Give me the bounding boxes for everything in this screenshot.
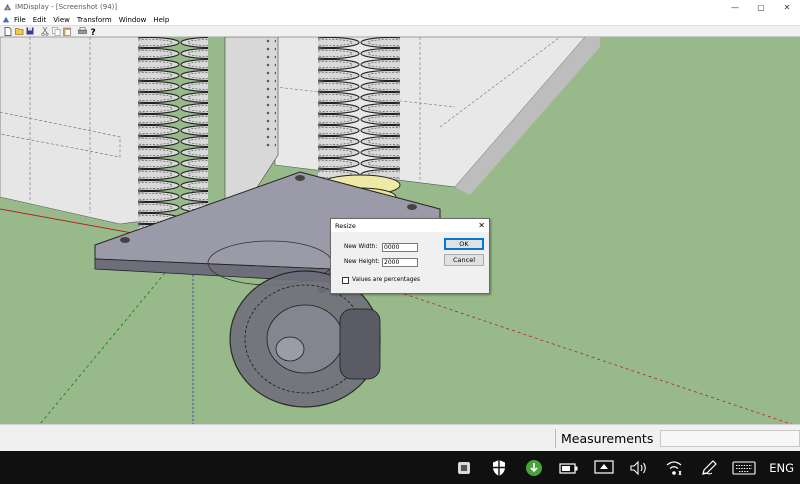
menu-edit[interactable]: Edit xyxy=(33,16,47,24)
dialog-close-icon[interactable]: ✕ xyxy=(478,221,485,230)
wifi-icon[interactable] xyxy=(661,457,687,479)
language-indicator[interactable]: ENG xyxy=(769,461,794,475)
display-icon[interactable] xyxy=(591,457,617,479)
measurements-label: Measurements xyxy=(561,431,654,446)
paste-icon[interactable] xyxy=(62,27,72,36)
cancel-button[interactable]: Cancel xyxy=(444,254,484,266)
app-icon[interactable] xyxy=(451,457,477,479)
width-label: New Width: xyxy=(344,244,378,250)
print-icon[interactable] xyxy=(77,27,87,36)
help-icon[interactable]: ? xyxy=(88,27,98,36)
copy-icon[interactable] xyxy=(51,26,61,36)
open-icon[interactable] xyxy=(14,27,24,36)
menu-window[interactable]: Window xyxy=(119,16,147,24)
cut-icon[interactable] xyxy=(40,26,50,36)
keyboard-icon[interactable] xyxy=(731,457,757,479)
torrent-icon[interactable] xyxy=(521,457,547,479)
title-bar: IMDisplay - [Screenshot (94)] — ▢ ✕ xyxy=(0,0,800,14)
dialog-title: Resize xyxy=(335,221,356,230)
menu-help[interactable]: Help xyxy=(153,16,169,24)
ok-button[interactable]: OK xyxy=(444,238,484,250)
percentages-label: Values are percentages xyxy=(352,277,421,283)
menu-file[interactable]: File xyxy=(14,16,26,24)
width-input[interactable] xyxy=(382,243,418,252)
toolbar: ? xyxy=(0,25,800,37)
measurements-input[interactable] xyxy=(660,430,800,447)
height-input[interactable] xyxy=(382,258,418,267)
battery-icon[interactable] xyxy=(556,457,582,479)
height-label: New Height: xyxy=(344,259,380,265)
close-button[interactable]: ✕ xyxy=(774,0,800,14)
volume-icon[interactable] xyxy=(626,457,652,479)
minimize-button[interactable]: — xyxy=(722,0,748,14)
resize-dialog: Resize ✕ New Width: New Height: OK Cance… xyxy=(330,218,490,294)
taskbar: ENG xyxy=(0,451,800,484)
shield-icon[interactable] xyxy=(486,457,512,479)
system-menu-icon[interactable] xyxy=(2,16,10,24)
app-logo-icon xyxy=(3,3,12,10)
status-text-area xyxy=(0,429,556,448)
system-tray: ENG xyxy=(442,451,800,484)
svg-text:?: ? xyxy=(91,28,96,36)
window-title: IMDisplay - [Screenshot (94)] xyxy=(15,3,118,11)
app-window: IMDisplay - [Screenshot (94)] — ▢ ✕ File… xyxy=(0,0,800,484)
dialog-title-bar: Resize ✕ xyxy=(331,219,489,232)
pen-icon[interactable] xyxy=(696,457,722,479)
maximize-button[interactable]: ▢ xyxy=(748,0,774,14)
percentages-checkbox[interactable] xyxy=(342,277,349,284)
save-icon[interactable] xyxy=(25,27,35,36)
menu-bar: File Edit View Transform Window Help xyxy=(0,14,800,25)
menu-view[interactable]: View xyxy=(53,16,70,24)
new-icon[interactable] xyxy=(3,26,13,36)
menu-transform[interactable]: Transform xyxy=(77,16,112,24)
status-bar: Measurements xyxy=(0,424,800,451)
